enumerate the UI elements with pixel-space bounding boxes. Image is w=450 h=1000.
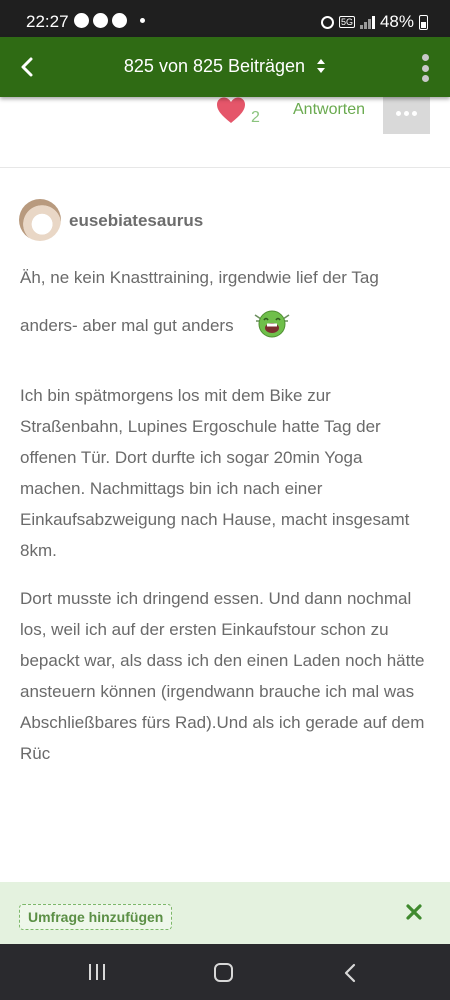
more-notifications-icon (140, 18, 145, 23)
notification-icons (74, 13, 145, 28)
username[interactable]: eusebiatesaurus (69, 211, 203, 231)
avatar[interactable] (19, 199, 61, 241)
reply-button[interactable]: Antworten (293, 101, 365, 119)
post-counter-label: 825 von 825 Beiträgen (123, 56, 306, 76)
sort-icon (317, 58, 326, 73)
app-header: 825 von 825 Beiträgen (0, 37, 450, 97)
alarm-icon (320, 15, 334, 29)
post-line-1: Äh, ne kein Knasttraining, irgendwie lie… (20, 268, 379, 287)
back-icon[interactable] (343, 963, 357, 983)
previous-post-actions: 2 Antworten (0, 92, 450, 168)
battery-icon (419, 14, 428, 30)
compose-bar: Umfrage hinzufügen (0, 882, 450, 944)
more-actions-button[interactable] (383, 92, 430, 134)
dot-icon (396, 110, 401, 116)
post-paragraph-1: Äh, ne kein Knasttraining, irgendwie lie… (20, 262, 430, 341)
add-poll-button[interactable]: Umfrage hinzufügen (19, 904, 173, 930)
account-icon (112, 13, 127, 28)
status-bar: 22:27 5G 48% (0, 0, 450, 37)
home-icon[interactable] (214, 963, 233, 982)
post-line-2: anders- aber mal gut anders (20, 316, 234, 335)
post-counter-dropdown[interactable]: 825 von 825 Beiträgen (0, 56, 450, 77)
cloud-icon (93, 13, 108, 28)
like-count: 2 (251, 109, 260, 126)
battery-percent: 48% (379, 12, 414, 31)
kebab-menu-icon[interactable] (420, 54, 430, 82)
system-nav-bar (0, 944, 450, 1000)
laughing-emoji-icon (254, 310, 290, 338)
system-icons: 5G 48% (320, 12, 428, 32)
signal-icon (359, 15, 375, 29)
close-icon[interactable] (406, 904, 422, 920)
network-type: 5G (338, 16, 355, 28)
post-body: Äh, ne kein Knasttraining, irgendwie lie… (20, 262, 430, 786)
status-time: 22:27 (26, 12, 69, 31)
post-paragraph-3: Dort musste ich dringend essen. Und dann… (20, 589, 425, 763)
recent-apps-icon[interactable] (89, 964, 105, 980)
post-paragraph-2: Ich bin spätmorgens los mit dem Bike zur… (20, 386, 410, 560)
heart-icon[interactable] (216, 96, 246, 124)
whatsapp-icon (74, 13, 89, 28)
